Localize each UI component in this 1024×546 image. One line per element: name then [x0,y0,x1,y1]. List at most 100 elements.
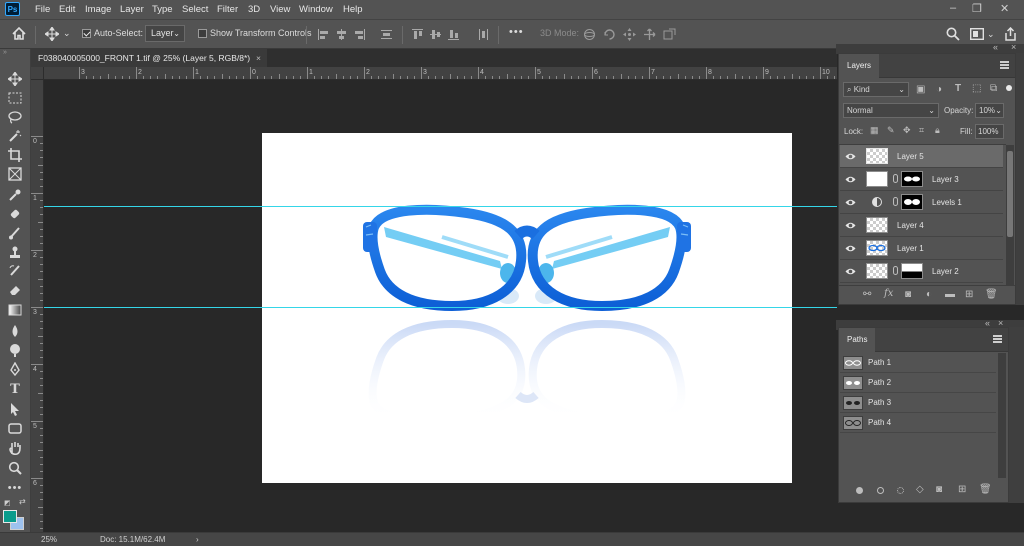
menu-window[interactable]: Window [299,4,333,15]
brush-tool-icon[interactable] [6,224,24,242]
hand-tool-icon[interactable] [6,439,24,457]
delete-icon[interactable]: 🗑︎ [985,289,998,300]
lock-position-icon[interactable]: ✥ [903,125,911,136]
close-tab-icon[interactable]: × [256,49,261,67]
align-right-icon[interactable] [354,29,365,40]
edit-toolbar-icon[interactable]: ••• [6,479,24,497]
marquee-tool-icon[interactable] [6,89,24,107]
filter-pixel-icon[interactable]: ▣ [916,84,925,95]
visibility-eye-icon[interactable] [845,174,856,185]
fill-path-icon[interactable] [856,487,863,494]
menu-select[interactable]: Select [182,4,208,15]
stroke-path-icon[interactable] [877,487,884,494]
align-vertical-center-icon[interactable] [430,29,441,40]
eyedropper-icon[interactable] [6,186,24,204]
distribute-horizontal-icon[interactable] [478,29,489,40]
chevron-right-icon[interactable]: › [196,535,199,544]
panel-menu-icon[interactable] [1000,61,1009,69]
collapse-icon[interactable]: » [3,49,28,56]
clone-stamp-icon[interactable] [6,243,24,261]
align-left-icon[interactable] [318,29,329,40]
crop-tool-icon[interactable] [6,146,24,164]
tab-paths[interactable]: Paths [839,328,876,352]
auto-select-checkbox[interactable] [82,29,91,38]
menu-view[interactable]: View [270,4,290,15]
more-options-button[interactable]: ••• [509,26,524,38]
eraser-tool-icon[interactable] [6,281,24,299]
layer-mask-thumbnail[interactable] [901,171,923,187]
menu-file[interactable]: File [35,4,50,15]
move-tool-icon[interactable] [6,70,24,88]
align-top-icon[interactable] [412,29,423,40]
layers-scrollbar[interactable] [1006,145,1014,285]
share-icon[interactable] [1004,26,1017,43]
load-selection-icon[interactable] [897,487,904,494]
ruler-origin[interactable] [31,67,44,80]
show-transform-checkbox[interactable] [198,29,207,38]
mask-link-icon[interactable] [893,197,898,206]
canvas-area[interactable] [44,80,837,532]
fx-icon[interactable]: fx [884,288,893,299]
opacity-input[interactable]: 10% ⌄ [975,103,1004,118]
healing-brush-icon[interactable] [6,205,24,223]
3d-roll-icon[interactable] [603,28,616,43]
zoom-tool-icon[interactable] [6,459,24,477]
horizontal-guide[interactable] [44,206,837,207]
dodge-tool-icon[interactable] [6,341,24,359]
zoom-level[interactable]: 25% [41,535,57,544]
align-horizontal-center-icon[interactable] [336,29,347,40]
layer-row-layer-3[interactable]: Layer 3 [840,168,1003,191]
filter-smart-object-icon[interactable]: ⧉ [990,83,997,94]
group-icon[interactable]: ▬ [945,289,955,300]
path-row-2[interactable]: Path 2 [840,373,996,393]
blur-tool-icon[interactable] [6,322,24,340]
add-mask-icon[interactable]: ◙ [936,484,942,495]
layer-row-layer-1[interactable]: Layer 1 [840,237,1003,260]
chevron-down-icon[interactable]: ⌄ [987,29,995,40]
tab-layers[interactable]: Layers [839,54,880,78]
quick-selection-icon[interactable] [6,127,24,145]
path-row-4[interactable]: Path 4 [840,413,996,433]
rectangle-tool-icon[interactable] [6,419,24,437]
align-bottom-icon[interactable] [448,29,459,40]
3d-pan-icon[interactable] [623,28,636,43]
layer-mask-thumbnail[interactable] [901,194,923,210]
chevron-down-icon[interactable]: ⌄ [63,28,71,39]
foreground-color-swatch[interactable] [3,510,17,523]
paths-scrollbar[interactable] [998,353,1006,478]
new-path-icon[interactable]: ⊞ [958,484,966,495]
3d-slide-icon[interactable] [643,28,656,43]
make-path-icon[interactable]: ◇ [916,484,924,495]
layer-mask-thumbnail[interactable] [901,263,923,279]
layer-row-levels-1[interactable]: Levels 1 [840,191,1003,214]
search-icon[interactable] [946,27,960,43]
visibility-eye-icon[interactable] [845,266,856,277]
default-colors-icon[interactable]: ◩ [4,499,11,507]
type-tool-icon[interactable]: T [6,380,24,398]
filter-adjustment-icon[interactable]: ◑ [936,84,942,95]
3d-scale-icon[interactable] [663,28,676,43]
document-tab[interactable]: F038040005000_FRONT 1.tif @ 25% (Layer 5… [31,49,267,67]
swap-colors-icon[interactable]: ⇄ [19,497,26,506]
layer-row-layer-4[interactable]: Layer 4 [840,214,1003,237]
gradient-tool-icon[interactable] [6,301,24,319]
ruler-top[interactable]: 3 2 1 0 1 2 3 4 5 6 7 8 9 10 [31,67,871,80]
mask-link-icon[interactable] [893,266,898,275]
panel-menu-icon[interactable] [993,335,1002,343]
auto-select-dropdown[interactable]: Layer ⌄ [145,25,185,42]
distribute-vertical-icon[interactable] [381,29,392,40]
path-row-1[interactable]: Path 1 [840,353,996,373]
lock-image-icon[interactable]: ✎ [887,125,895,136]
history-brush-icon[interactable] [6,262,24,280]
menu-help[interactable]: Help [343,4,363,15]
lock-all-icon[interactable]: 🔒︎ [935,125,940,136]
new-layer-icon[interactable]: ⊞ [965,289,973,300]
ruler-left[interactable]: 0 1 2 3 4 5 6 [31,80,44,532]
menu-3d[interactable]: 3D [248,4,260,15]
menu-filter[interactable]: Filter [217,4,238,15]
restore-button[interactable]: ❐ [972,2,982,15]
filter-kind-dropdown[interactable]: ⌕ Kind ⌄ [843,82,909,97]
path-row-3[interactable]: Path 3 [840,393,996,413]
lock-artboard-icon[interactable]: ⌗ [919,125,924,136]
minimize-button[interactable]: – [950,2,956,14]
